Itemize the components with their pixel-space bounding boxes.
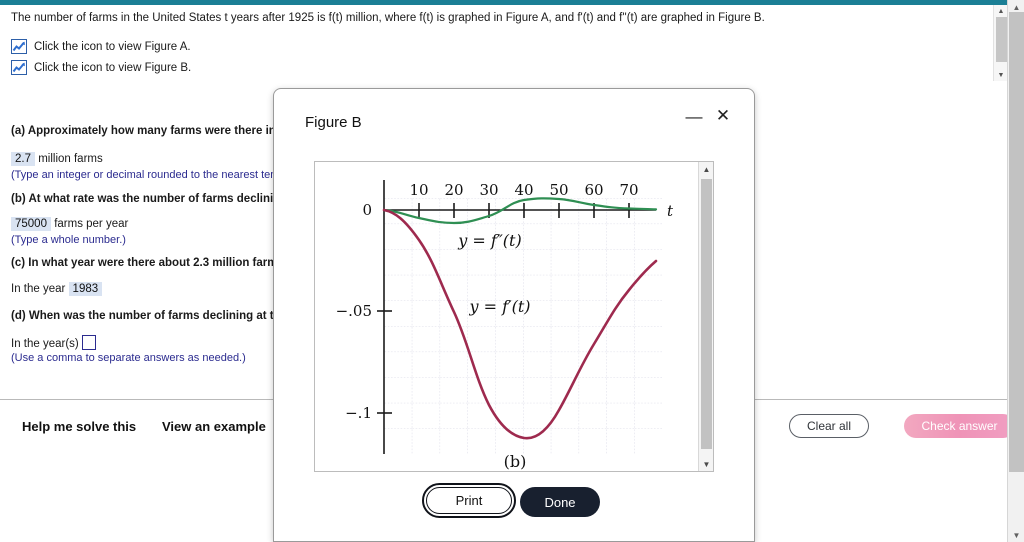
line-chart-icon (11, 60, 27, 75)
figure-caption: (b) (504, 452, 527, 471)
scroll-down-icon[interactable]: ▼ (994, 69, 1008, 81)
figure-b-chart: 10 20 30 40 50 60 70 t 0 −.05 −.1 y = f″… (336, 180, 674, 471)
answer-c-input[interactable]: 1983 (68, 282, 103, 296)
answer-a-unit: million farms (38, 153, 103, 165)
question-b-hint: (Type a whole number.) (11, 234, 126, 246)
scroll-up-icon[interactable]: ▲ (994, 5, 1008, 17)
dialog-footer: Print Done (274, 481, 754, 541)
xtick-70: 70 (619, 181, 638, 199)
figure-a-link[interactable]: Click the icon to view Figure A. (11, 39, 191, 54)
x-axis-label: t (667, 202, 674, 220)
answer-a-input[interactable]: 2.7 (11, 152, 35, 166)
xtick-50: 50 (549, 181, 568, 199)
question-d-prompt: (d) When was the number of farms declini… (11, 310, 311, 322)
answer-d-lead: In the year(s) (11, 338, 79, 350)
xtick-30: 30 (479, 181, 498, 199)
check-answer-button[interactable]: Check answer (904, 414, 1015, 438)
figure-scroll-up-icon[interactable]: ▲ (699, 162, 714, 176)
answer-d-input[interactable] (81, 335, 96, 350)
app-root: The number of farms in the United States… (0, 0, 1024, 542)
dialog-title: Figure B (305, 114, 362, 131)
question-d-label: (d) When was the number of farms declini… (11, 310, 312, 322)
page-scroll-down-icon[interactable]: ▼ (1008, 528, 1024, 542)
page-scrollbar[interactable]: ▲ ▼ (1007, 0, 1024, 542)
ytick-minus-05: −.05 (336, 302, 372, 320)
question-b-answer-row: 75000 farms per year (11, 217, 128, 231)
figure-a-link-label: Click the icon to view Figure A. (34, 40, 191, 53)
question-b-prompt: (b) At what rate was the number of farms… (11, 193, 317, 205)
annotation-f-double-prime: y = f″(t) (457, 231, 521, 250)
question-c-answer-row: In the year 1983 (11, 282, 103, 296)
question-b-label: (b) At what rate was the number of farms… (11, 193, 317, 205)
ytick-0: 0 (362, 201, 372, 219)
close-icon[interactable]: ✕ (712, 105, 734, 127)
question-c-prompt: (c) In what year were there about 2.3 mi… (11, 257, 291, 269)
figure-scroll-down-icon[interactable]: ▼ (699, 457, 714, 471)
figure-scrollbar[interactable]: ▲ ▼ (698, 162, 713, 471)
minimize-icon[interactable]: — (683, 106, 705, 128)
page-scrollbar-thumb[interactable] (1009, 12, 1024, 472)
question-a-label: (a) Approximately how many farms were th… (11, 125, 312, 137)
answer-c-lead: In the year (11, 283, 66, 295)
figure-b-dialog: Figure B — ✕ 10 20 30 40 50 60 70 t 0 −.… (273, 88, 755, 542)
problem-statement: The number of farms in the United States… (11, 12, 765, 24)
xtick-60: 60 (584, 181, 603, 199)
annotation-f-prime: y = f′(t) (468, 297, 530, 316)
content-scrollbar[interactable]: ▲ ▼ (993, 5, 1007, 81)
figure-viewport: 10 20 30 40 50 60 70 t 0 −.05 −.1 y = f″… (314, 161, 714, 472)
question-a-hint: (Type an integer or decimal rounded to t… (11, 169, 280, 181)
clear-all-button[interactable]: Clear all (789, 414, 869, 438)
xtick-20: 20 (444, 181, 463, 199)
ytick-minus-1: −.1 (345, 404, 372, 422)
print-button[interactable]: Print (422, 483, 516, 518)
figure-b-link-label: Click the icon to view Figure B. (34, 61, 192, 74)
question-a-prompt: (a) Approximately how many farms were th… (11, 125, 312, 137)
help-me-solve-this-button[interactable]: Help me solve this (22, 419, 136, 434)
done-button[interactable]: Done (520, 487, 600, 517)
xtick-10: 10 (409, 181, 428, 199)
answer-b-unit: farms per year (54, 218, 129, 230)
xtick-40: 40 (514, 181, 533, 199)
content-scrollbar-thumb[interactable] (996, 17, 1007, 62)
line-chart-icon (11, 39, 27, 54)
question-d-answer-row: In the year(s) (11, 335, 96, 350)
question-c-label: (c) In what year were there about 2.3 mi… (11, 257, 291, 269)
figure-scrollbar-thumb[interactable] (701, 179, 712, 449)
question-d-hint: (Use a comma to separate answers as need… (11, 352, 246, 364)
answer-b-input[interactable]: 75000 (11, 217, 51, 231)
question-a-answer-row: 2.7 million farms (11, 152, 103, 166)
view-an-example-button[interactable]: View an example (162, 419, 266, 434)
figure-b-link[interactable]: Click the icon to view Figure B. (11, 60, 191, 75)
